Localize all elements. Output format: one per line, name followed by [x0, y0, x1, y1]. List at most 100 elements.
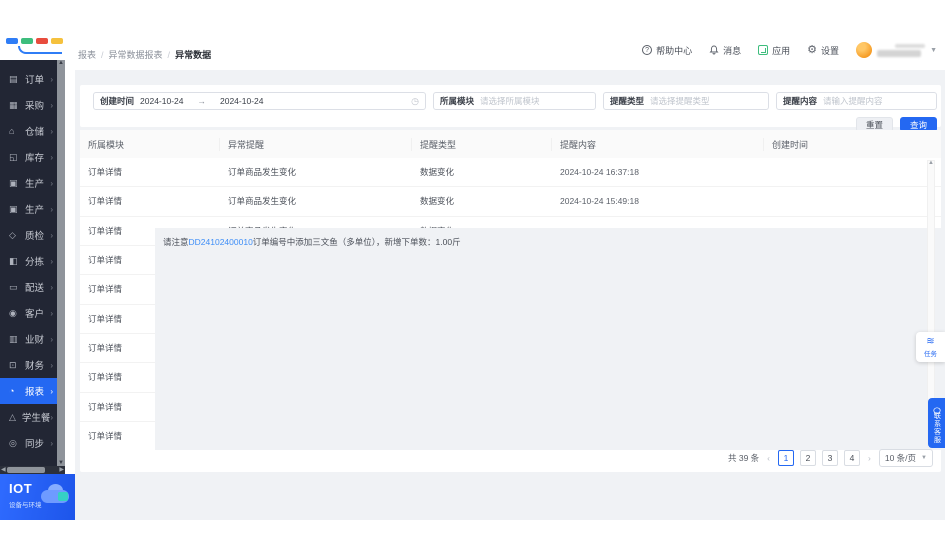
apps-label: 应用	[772, 44, 790, 57]
scroll-up-icon[interactable]: ▲	[57, 60, 65, 66]
scroll-right-icon[interactable]: ▶	[59, 466, 64, 474]
alert-type-select[interactable]: 提醒类型 请选择提醒类型	[603, 92, 769, 110]
delivery-icon: ▭	[9, 283, 20, 292]
tasks-float-button[interactable]: ≋ 任务	[916, 332, 945, 362]
caret-down-icon: ▼	[921, 455, 927, 461]
cell-type: 数据变化	[412, 187, 552, 215]
table-row: 订单详情 订单商品发生变化 数据变化 请注意DD24102400010订单编号中…	[80, 422, 941, 450]
module-select[interactable]: 所属模块 请选择所属模块	[433, 92, 596, 110]
alert-content-placeholder: 请输入提醒内容	[823, 95, 883, 107]
chevron-right-icon: ›	[50, 257, 53, 266]
iot-cloud-icon	[39, 484, 71, 504]
table-row: 订单详情 订单商品发生变化 数据变化 请注意DD24102400017订单编号中…	[80, 158, 941, 187]
main-content: 创建时间 2024-10-24 → 2024-10-24 ◷ 所属模块 请选择所…	[75, 70, 945, 520]
chevron-right-icon: ›	[50, 387, 53, 396]
inventory-icon: ◱	[9, 153, 20, 162]
tasks-icon: ≋	[926, 337, 934, 347]
production-1-icon: ▣	[9, 179, 20, 188]
chevron-right-icon: ›	[50, 101, 53, 110]
company-logo	[6, 38, 66, 60]
table-scroll-up-icon[interactable]: ▲	[928, 160, 934, 166]
date-end-value: 2024-10-24	[220, 96, 263, 106]
sidebar-item-reports[interactable]: ◔ 报表 ›	[0, 378, 57, 404]
sidebar-item-inventory[interactable]: ◱ 库存 ›	[0, 144, 57, 170]
customers-icon: ◉	[9, 309, 20, 318]
iot-banner[interactable]: IOT 设备与环境	[0, 474, 75, 520]
iot-title: IOT	[9, 481, 32, 496]
sidebar-item-finance[interactable]: ⊡ 财务 ›	[0, 352, 57, 378]
production-2-icon: ▣	[9, 205, 20, 214]
module-placeholder: 请选择所属模块	[480, 95, 540, 107]
date-start-value: 2024-10-24	[140, 96, 183, 106]
next-page-button[interactable]: ›	[866, 453, 873, 463]
clock-icon: ◷	[411, 96, 419, 107]
sync-icon: ◎	[9, 439, 20, 448]
user-menu[interactable]: ▼	[856, 42, 937, 58]
table-row: 订单详情 订单商品发生变化 数据变化 请注意DD24102400016订单编号中…	[80, 187, 941, 216]
sidebar-vertical-scrollbar[interactable]: ▲ ▼	[57, 60, 65, 466]
page-size-value: 10 条/页	[885, 452, 916, 464]
page-size-select[interactable]: 10 条/页 ▼	[879, 449, 933, 467]
help-icon: ?	[642, 45, 652, 55]
order-code-link[interactable]: DD24102400010	[189, 237, 253, 247]
sidebar-item-delivery[interactable]: ▭ 配送 ›	[0, 274, 57, 300]
avatar	[856, 42, 872, 58]
sidebar-item-purchase[interactable]: ▦ 采购 ›	[0, 92, 57, 118]
sidebar-item-orders[interactable]: ▤ 订单 ›	[0, 66, 57, 92]
tasks-label: 任务	[924, 348, 937, 358]
alert-type-placeholder: 请选择提醒类型	[650, 95, 710, 107]
page-button-2[interactable]: 2	[800, 450, 816, 466]
sidebar-item-production-2[interactable]: ▣ 生产 ›	[0, 196, 57, 222]
gear-icon: ⚙	[807, 45, 817, 56]
sidebar-item-biz-finance[interactable]: ▥ 业财 ›	[0, 326, 57, 352]
sidebar-item-student-meal[interactable]: △ 学生餐 ›	[0, 404, 57, 430]
settings-label: 设置	[821, 44, 839, 57]
chevron-right-icon: ›	[50, 231, 53, 240]
breadcrumb-item[interactable]: 报表	[78, 48, 96, 61]
column-header: 异常提醒	[220, 138, 412, 151]
sidebar-item-sync[interactable]: ◎ 同步 ›	[0, 430, 57, 456]
hscroll-thumb[interactable]	[7, 467, 45, 473]
pagination-total: 共 39 条	[728, 452, 759, 464]
date-range-picker[interactable]: 创建时间 2024-10-24 → 2024-10-24 ◷	[93, 92, 426, 110]
chat-bubble-icon	[933, 402, 941, 410]
sidebar-item-sorting[interactable]: ◧ 分拣 ›	[0, 248, 57, 274]
bell-icon	[709, 45, 719, 55]
alert-content-input[interactable]: 提醒内容 请输入提醒内容	[776, 92, 937, 110]
chevron-right-icon: ›	[50, 179, 53, 188]
page-button-1[interactable]: 1	[778, 450, 794, 466]
warehouse-icon: ⌂	[9, 127, 20, 136]
table-header: 所属模块异常提醒提醒类型提醒内容创建时间	[80, 130, 941, 158]
filter-panel: 创建时间 2024-10-24 → 2024-10-24 ◷ 所属模块 请选择所…	[80, 85, 941, 127]
biz-finance-icon: ▥	[9, 335, 20, 344]
page-button-3[interactable]: 3	[822, 450, 838, 466]
page-numbers: 1234	[778, 450, 860, 466]
logo-swoosh-icon	[18, 46, 62, 54]
sidebar: ▤ 订单 › ▦ 采购 › ⌂ 仓储 › ◱ 库存 › ▣ 生产 › ▣ 生产 …	[0, 60, 65, 474]
quality-icon: ◇	[9, 231, 20, 240]
cell-time: 2024-10-24 16:37:18	[552, 158, 764, 186]
sidebar-horizontal-scrollbar[interactable]: ◀ ▶	[0, 466, 65, 474]
cell-alert: 订单商品发生变化	[220, 158, 412, 186]
prev-page-button[interactable]: ‹	[765, 453, 772, 463]
breadcrumb-item[interactable]: 异常数据报表	[109, 48, 163, 61]
scroll-left-icon[interactable]: ◀	[1, 466, 6, 474]
chevron-down-icon: ▼	[930, 47, 937, 54]
messages-button[interactable]: 消息	[709, 44, 741, 57]
sidebar-item-production-1[interactable]: ▣ 生产 ›	[0, 170, 57, 196]
chevron-right-icon: ›	[50, 127, 53, 136]
chevron-right-icon: ›	[50, 283, 53, 292]
contact-support-float-button[interactable]: 联系客服	[928, 398, 945, 448]
sidebar-item-customers[interactable]: ◉ 客户 ›	[0, 300, 57, 326]
page-button-4[interactable]: 4	[844, 450, 860, 466]
help-center-button[interactable]: ? 帮助中心	[642, 44, 692, 57]
pagination: 共 39 条 ‹ 1234 › 10 条/页 ▼	[728, 449, 933, 467]
apps-button[interactable]: 应用	[758, 44, 790, 57]
settings-button[interactable]: ⚙ 设置	[807, 44, 839, 57]
module-label: 所属模块	[440, 95, 474, 107]
iot-subtitle: 设备与环境	[9, 499, 42, 509]
topbar: 报表/异常数据报表/异常数据 ? 帮助中心 消息 应用 ⚙ 设置	[0, 0, 945, 70]
cell-content: 请注意DD24102400010订单编号中添加三文鱼（多单位），新增下单数：1.…	[155, 228, 941, 450]
sidebar-item-warehouse[interactable]: ⌂ 仓储 ›	[0, 118, 57, 144]
sidebar-item-quality[interactable]: ◇ 质检 ›	[0, 222, 57, 248]
